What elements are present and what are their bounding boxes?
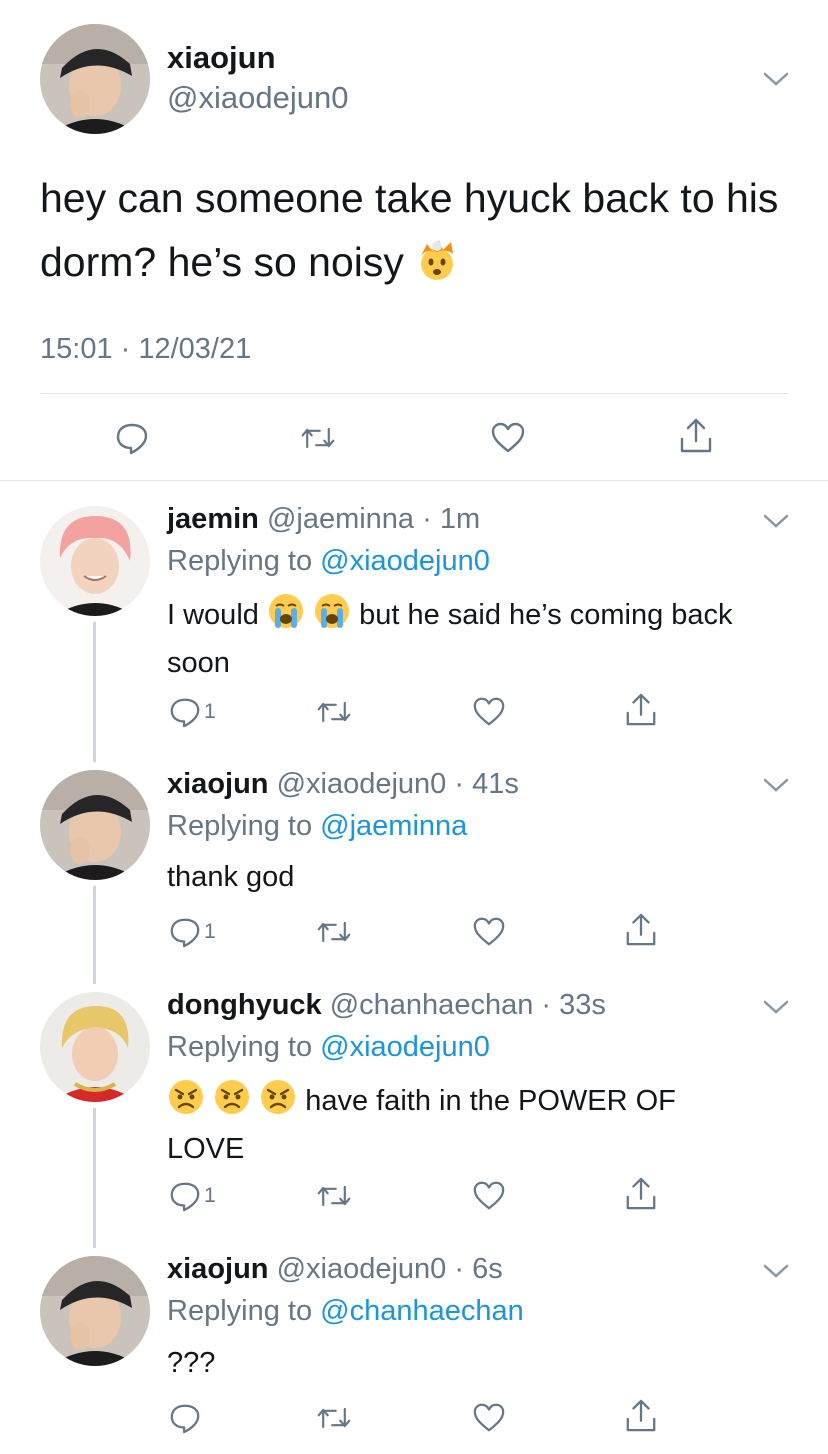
retweet-button[interactable] [316, 1178, 352, 1214]
like-button[interactable] [490, 420, 526, 456]
heart-icon [473, 1403, 505, 1432]
chevron-down-icon[interactable] [762, 998, 790, 1016]
reply-count: 1 [204, 920, 216, 943]
reply-text: I would but he said he’s coming back soo… [167, 592, 757, 684]
chevron-down-icon[interactable] [762, 512, 790, 530]
reply-icon [170, 1182, 200, 1212]
reply-handle[interactable]: @chanhaechan [330, 989, 534, 1021]
main-display-name[interactable]: xiaojun [167, 40, 276, 76]
retweet-icon [317, 1185, 351, 1207]
like-button[interactable] [472, 914, 508, 950]
thread-line [93, 1108, 96, 1248]
loudly-crying-emoji-icon [267, 592, 305, 642]
retweet-icon [317, 1407, 351, 1429]
replying-to: Replying to @xiaodejun0 [167, 1031, 490, 1063]
share-icon [626, 693, 656, 726]
reply-handle[interactable]: @xiaodejun0 [277, 1253, 447, 1285]
reply-text: thank god [167, 861, 295, 893]
replying-to-link[interactable]: @jaeminna [320, 810, 467, 842]
retweet-button[interactable] [316, 914, 352, 950]
reply-icon [170, 918, 200, 948]
share-button[interactable] [624, 692, 660, 728]
heart-icon [473, 917, 505, 946]
reply-display-name[interactable]: donghyuck [167, 989, 322, 1021]
reply-display-name[interactable]: xiaojun [167, 1253, 269, 1285]
share-icon [626, 913, 656, 946]
retweet-icon [317, 701, 351, 723]
share-icon [680, 418, 712, 453]
reply-button[interactable] [168, 1400, 238, 1436]
heart-icon [491, 422, 525, 453]
share-button[interactable] [678, 418, 714, 454]
reply-icon [170, 698, 200, 728]
reply-icon [170, 1404, 200, 1434]
thread-line [93, 622, 96, 762]
reply-time[interactable]: · 1m [422, 503, 480, 535]
angry-face-emoji-icon [213, 1078, 251, 1128]
avatar-jaemin[interactable] [40, 506, 150, 616]
reply-display-name[interactable]: jaemin [167, 503, 259, 535]
angry-face-emoji-icon [167, 1078, 205, 1128]
reply-button[interactable]: 1 [168, 1178, 238, 1214]
reply-time[interactable]: · 33s [541, 989, 605, 1021]
replying-to: Replying to @xiaodejun0 [167, 545, 490, 577]
reply-handle[interactable]: @xiaodejun0 [277, 768, 447, 800]
retweet-icon [317, 921, 351, 943]
reply-button[interactable]: 1 [168, 694, 238, 730]
chevron-down-icon[interactable] [762, 1262, 790, 1280]
retweet-button[interactable] [316, 1400, 352, 1436]
reply-icon [116, 423, 148, 455]
reply-header: jaemin @jaeminna · 1m [167, 503, 480, 536]
share-icon [626, 1399, 656, 1432]
share-button[interactable] [624, 1398, 660, 1434]
main-tweet-text: hey can someone take hyuck back to his d… [40, 166, 800, 300]
retweet-button[interactable] [300, 420, 336, 456]
reply-time[interactable]: · 41s [454, 768, 518, 800]
reply-text: ??? [167, 1347, 216, 1379]
chevron-down-icon[interactable] [762, 70, 790, 88]
reply-count: 1 [204, 1184, 216, 1207]
angry-face-emoji-icon [259, 1078, 297, 1128]
heart-icon [473, 697, 505, 726]
main-handle[interactable]: @xiaodejun0 [167, 80, 348, 116]
exploding-head-emoji-icon [415, 236, 459, 300]
divider [40, 393, 788, 394]
avatar-xiaojun[interactable] [40, 24, 150, 134]
replying-to: Replying to @jaeminna [167, 810, 468, 842]
replying-to-link[interactable]: @chanhaechan [320, 1295, 524, 1327]
share-icon [626, 1177, 656, 1210]
reply-time[interactable]: · 6s [454, 1253, 502, 1285]
reply-text: have faith in the POWER OF LOVE [167, 1078, 737, 1170]
retweet-button[interactable] [316, 694, 352, 730]
like-button[interactable] [472, 694, 508, 730]
like-button[interactable] [472, 1178, 508, 1214]
loudly-crying-emoji-icon [313, 592, 351, 642]
heart-icon [473, 1181, 505, 1210]
chevron-down-icon[interactable] [762, 776, 790, 794]
share-button[interactable] [624, 1176, 660, 1212]
avatar-xiaojun[interactable] [40, 1256, 150, 1366]
thread-line [93, 886, 96, 984]
reply-display-name[interactable]: xiaojun [167, 768, 269, 800]
replying-to: Replying to @chanhaechan [167, 1295, 524, 1327]
replying-to-link[interactable]: @xiaodejun0 [320, 545, 490, 577]
reply-count: 1 [204, 700, 216, 723]
like-button[interactable] [472, 1400, 508, 1436]
avatar-xiaojun[interactable] [40, 770, 150, 880]
main-timestamp[interactable]: 15:01 · 12/03/21 [40, 333, 251, 366]
reply-handle[interactable]: @jaeminna [267, 503, 414, 535]
avatar-donghyuck[interactable] [40, 992, 150, 1102]
reply-header: xiaojun @xiaodejun0 · 6s [167, 1253, 503, 1286]
reply-button[interactable]: 1 [168, 914, 238, 950]
share-button[interactable] [624, 912, 660, 948]
retweet-icon [301, 427, 335, 449]
reply-header: donghyuck @chanhaechan · 33s [167, 989, 606, 1022]
reply-header: xiaojun @xiaodejun0 · 41s [167, 768, 519, 801]
divider [0, 480, 828, 481]
reply-button[interactable] [114, 420, 150, 456]
replying-to-link[interactable]: @xiaodejun0 [320, 1031, 490, 1063]
